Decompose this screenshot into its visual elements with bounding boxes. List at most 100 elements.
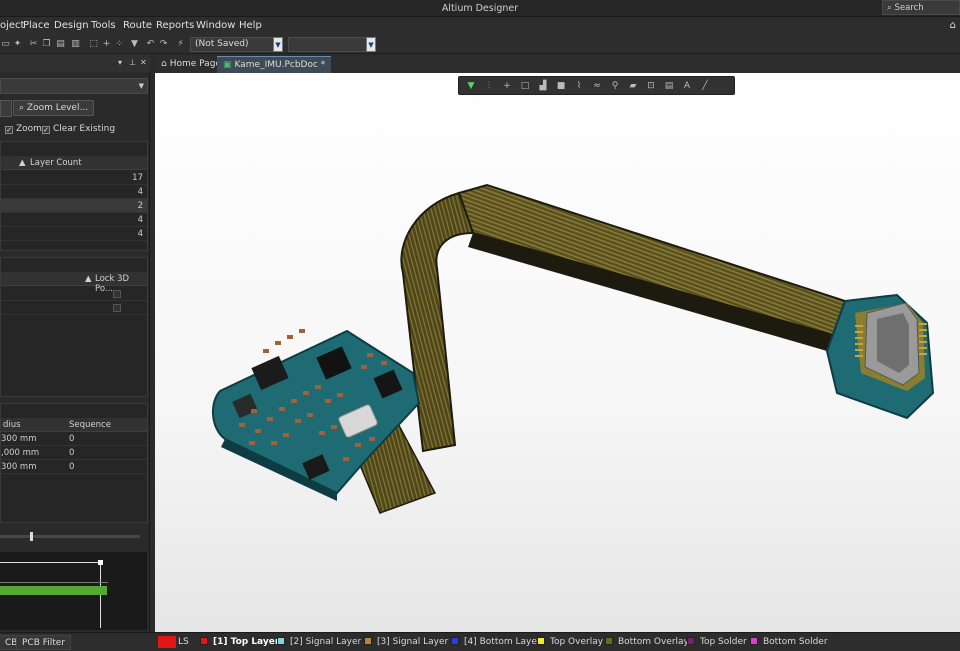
menu-tools[interactable]: Tools: [91, 20, 116, 31]
filter-icon[interactable]: ▼: [465, 80, 477, 92]
filter-icon[interactable]: ▼: [129, 39, 140, 50]
layer-tab-top[interactable]: [1] Top Layer: [200, 637, 279, 647]
layer-swatch: [750, 637, 758, 645]
apply-button[interactable]: [0, 100, 12, 117]
table-row[interactable]: 2: [1, 199, 147, 213]
sort-icon[interactable]: ▲: [19, 158, 26, 168]
pcb-3d-render: [212, 183, 935, 514]
panel-tab-pcb-filter[interactable]: PCB Filter: [16, 635, 72, 650]
layer-tab-bottom-solder[interactable]: Bottom Solder: [750, 637, 828, 647]
table-row[interactable]: 17: [1, 171, 147, 185]
table-row[interactable]: [1, 287, 147, 301]
select-area-icon[interactable]: ⬚: [88, 39, 99, 50]
table-row[interactable]: ,000 mm 0: [1, 446, 147, 460]
crosshair-icon[interactable]: +: [101, 39, 112, 50]
component-icon[interactable]: ■: [555, 80, 567, 92]
table-header: ▲ Layer Count: [1, 156, 147, 170]
pin-icon[interactable]: ⊥: [129, 58, 136, 67]
layer-tab-bottom[interactable]: [4] Bottom Layer: [451, 637, 541, 647]
column-radius[interactable]: dius: [3, 420, 21, 430]
view-toolbar: ▼ ⫶ + □ ▟ ■ ⌇ ≈ ⚲ ▰ ⊡ ▤ A ╱: [458, 76, 735, 95]
tab-pcbdoc[interactable]: ▣ Kame_IMU.PcbDoc *: [217, 56, 332, 73]
clipboard-icon[interactable]: ▥: [70, 39, 81, 50]
slider-handle[interactable]: [30, 532, 33, 541]
cut-icon[interactable]: ✂: [28, 39, 39, 50]
home-icon: ⌂: [161, 59, 167, 69]
menu-help[interactable]: Help: [239, 20, 262, 31]
check-icon: ✓: [42, 126, 50, 134]
column-sequence[interactable]: Sequence: [69, 420, 111, 430]
layer-tab-signal-2[interactable]: [2] Signal Layer 2: [277, 637, 370, 647]
dimension-icon[interactable]: ⊡: [645, 80, 657, 92]
preview-handle[interactable]: [98, 560, 103, 565]
layer-tab-bottom-overlay[interactable]: Bottom Overlay: [605, 637, 689, 647]
lightning-icon[interactable]: ⚡: [175, 39, 186, 50]
search-placeholder: Search: [894, 3, 924, 13]
panel-header: ▾ ⊥ ✕: [0, 54, 150, 72]
status-bar: CB PCB Filter LS [1] Top Layer [2] Signa…: [0, 632, 960, 651]
chevron-down-icon[interactable]: ▼: [273, 37, 283, 52]
chevron-down-icon[interactable]: ▼: [366, 37, 376, 52]
sort-icon[interactable]: ▲: [85, 274, 92, 284]
pcb-3d-view[interactable]: [155, 73, 960, 632]
copy-icon[interactable]: ❐: [41, 39, 52, 50]
undo-icon[interactable]: ↶: [145, 39, 156, 50]
paste-icon[interactable]: ▤: [55, 39, 66, 50]
lock-checkbox[interactable]: [113, 290, 121, 298]
lock-checkbox[interactable]: [113, 304, 121, 312]
line-icon[interactable]: ╱: [699, 80, 711, 92]
project-combo[interactable]: (Not Saved): [190, 37, 283, 52]
table-row[interactable]: 4: [1, 185, 147, 199]
menu-design[interactable]: Design: [54, 20, 89, 31]
window-title: Altium Designer: [441, 3, 519, 14]
zoom-level-button[interactable]: ⌕ Zoom Level...: [13, 100, 95, 116]
menu-place[interactable]: Place: [23, 20, 50, 31]
layer-set-swatch[interactable]: [158, 636, 176, 648]
home-icon[interactable]: ⌂: [950, 20, 956, 31]
search-box[interactable]: ⌕ Search: [882, 0, 960, 15]
panel-mode-dropdown[interactable]: ▼: [0, 78, 148, 94]
menu-reports[interactable]: Reports: [156, 20, 194, 31]
close-icon[interactable]: ✕: [140, 58, 147, 67]
opacity-slider[interactable]: [0, 532, 140, 541]
diff-pair-icon[interactable]: ≈: [591, 80, 603, 92]
polygon-icon[interactable]: ▰: [627, 80, 639, 92]
table-row[interactable]: [1, 301, 147, 315]
title-bar: Altium Designer ⌕ Search: [0, 0, 960, 17]
variant-combo[interactable]: [288, 37, 376, 52]
redo-icon[interactable]: ↷: [158, 39, 169, 50]
zoom-checkbox[interactable]: ✓ Zoom: [5, 124, 42, 134]
table-row[interactable]: 300 mm 0: [1, 460, 147, 474]
layer-tab-top-overlay[interactable]: Top Overlay: [537, 637, 603, 647]
move-icon[interactable]: ⁘: [114, 39, 125, 50]
table-row[interactable]: 300 mm 0: [1, 432, 147, 446]
text-icon[interactable]: A: [681, 80, 693, 92]
crosshair-icon[interactable]: +: [501, 80, 513, 92]
layer-tab-signal-1[interactable]: [3] Signal Layer 1: [364, 637, 457, 647]
wand-icon[interactable]: ✦: [12, 39, 23, 50]
table-row[interactable]: 4: [1, 213, 147, 227]
pin-icon[interactable]: ⚲: [609, 80, 621, 92]
menu-project[interactable]: oject: [0, 20, 24, 31]
select-rect-icon[interactable]: □: [519, 80, 531, 92]
interactive-route-icon[interactable]: ⌇: [573, 80, 585, 92]
layer-set-label[interactable]: LS: [178, 637, 189, 647]
search-icon: ⌕: [19, 103, 27, 113]
graph-icon[interactable]: ▤: [663, 80, 675, 92]
layer-swatch: [537, 637, 545, 645]
column-layer-count[interactable]: Layer Count: [30, 158, 82, 168]
main-toolbar: ▭ ✦ ✂ ❐ ▤ ▥ ⬚ + ⁘ ▼ ↶ ↷ ⚡: [0, 35, 960, 54]
layer-preview: [0, 552, 147, 630]
chart-icon[interactable]: ▟: [537, 80, 549, 92]
table-row[interactable]: 4: [1, 227, 147, 241]
layer-swatch: [200, 637, 208, 645]
folder-icon[interactable]: ▭: [0, 39, 11, 50]
menu-window[interactable]: Window: [196, 20, 235, 31]
route-icon[interactable]: ⫶: [483, 80, 495, 92]
layer-tab-top-solder[interactable]: Top Solder: [687, 637, 747, 647]
flex-cable-fold: [400, 191, 475, 453]
menu-route[interactable]: Route: [123, 20, 152, 31]
chevron-down-icon[interactable]: ▾: [118, 58, 122, 67]
clear-existing-checkbox[interactable]: ✓ Clear Existing: [42, 124, 115, 134]
layer-swatch: [451, 637, 459, 645]
